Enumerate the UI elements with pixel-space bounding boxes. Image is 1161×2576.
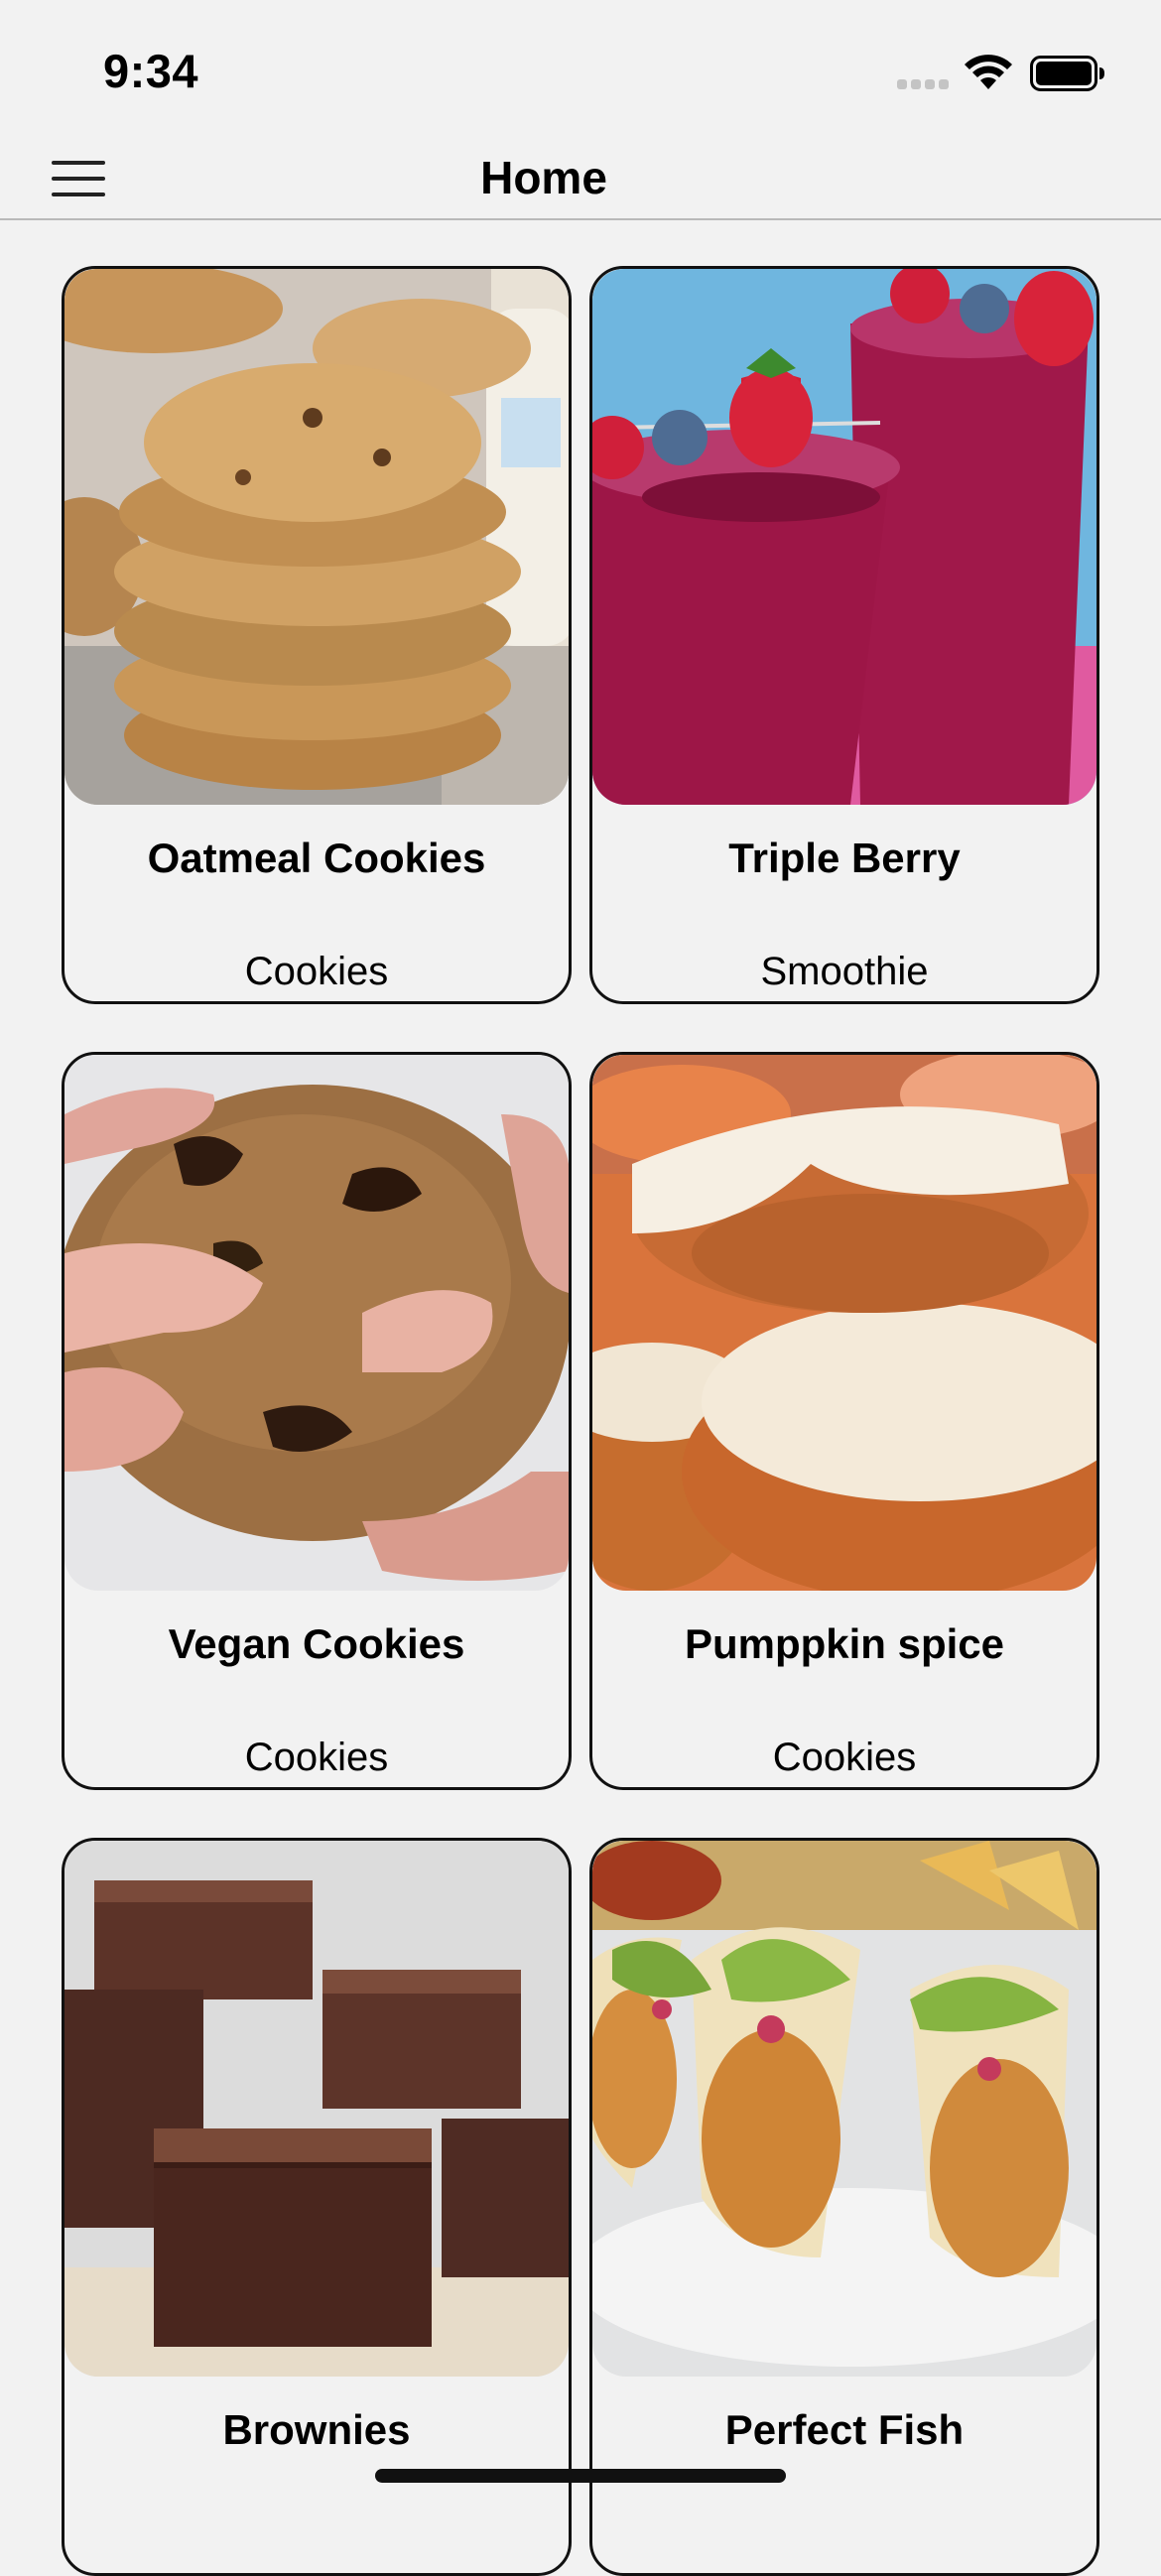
recipe-title: Triple Berry (728, 835, 961, 881)
recipe-card[interactable]: Perfect Fish (589, 1838, 1099, 2576)
navigation-bar: Home (0, 139, 1161, 220)
recipe-title: Vegan Cookies (168, 1620, 465, 1667)
vegan-cookie-photo (64, 1055, 569, 1591)
recipe-title: Oatmeal Cookies (147, 835, 486, 881)
recipe-title: Brownies (222, 2406, 411, 2453)
fish-tacos-photo (592, 1841, 1096, 2377)
recipe-category: Cookies (244, 950, 389, 993)
recipe-category: Cookies (244, 1736, 389, 1779)
page-title: Home (480, 152, 607, 203)
oatmeal-cookies-photo (64, 269, 569, 805)
recipe-card[interactable]: Oatmeal Cookies Cookies (62, 266, 572, 1004)
recipe-card[interactable]: Triple Berry Smoothie (589, 266, 1099, 1004)
recipe-category: Smoothie (760, 950, 929, 993)
pumpkin-cookies-photo (592, 1055, 1096, 1591)
recipe-card[interactable]: Brownies (62, 1838, 572, 2576)
status-bar: 9:34 (0, 0, 1161, 139)
recipe-title: Perfect Fish (724, 2406, 965, 2453)
battery-icon (1030, 56, 1104, 91)
recipe-card[interactable]: Vegan Cookies Cookies (62, 1052, 572, 1790)
berry-smoothie-photo (592, 269, 1096, 805)
status-time: 9:34 (103, 45, 199, 97)
wifi-icon (965, 55, 1012, 89)
home-indicator[interactable] (375, 2469, 786, 2483)
brownies-photo (64, 1841, 569, 2377)
recipe-category: Cookies (772, 1736, 917, 1779)
recipe-card[interactable]: Pumppkin spice Cookies (589, 1052, 1099, 1790)
recipe-title: Pumppkin spice (684, 1620, 1005, 1667)
